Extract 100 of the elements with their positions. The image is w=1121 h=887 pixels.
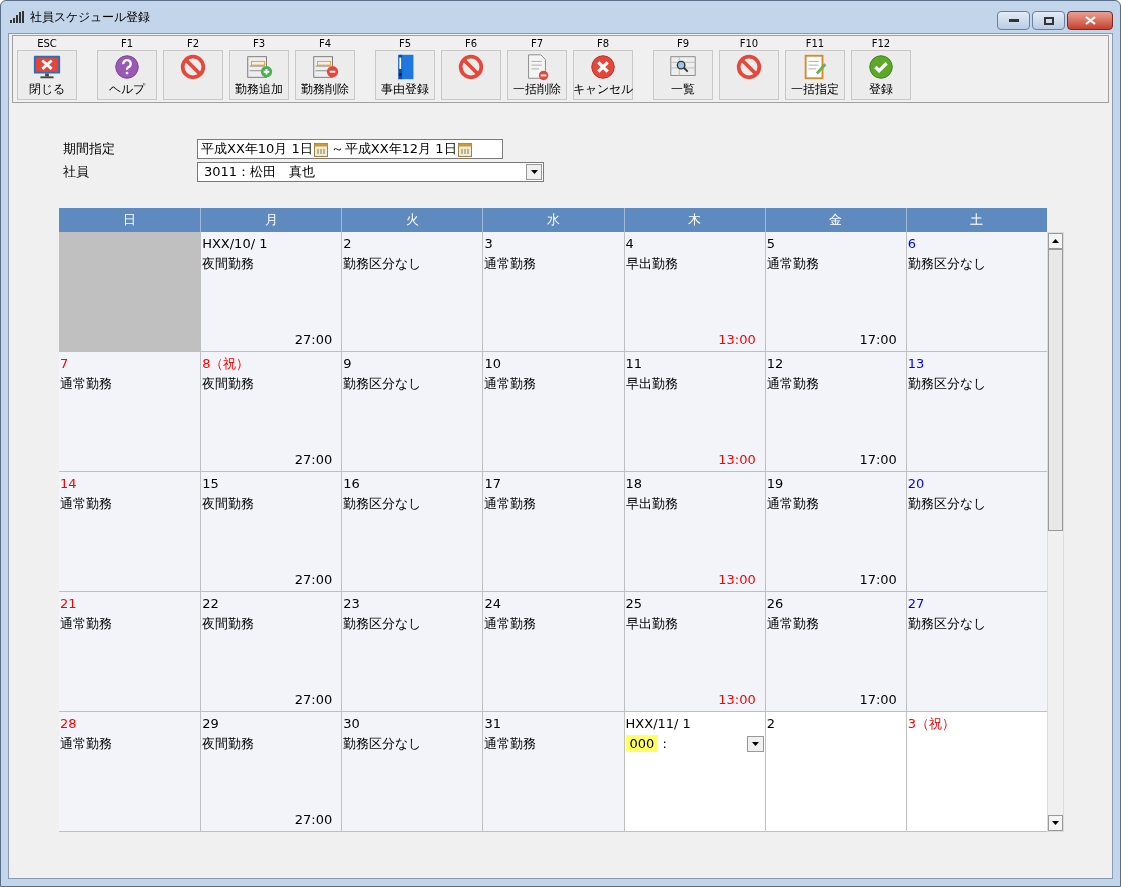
- date-text: 7: [60, 355, 70, 372]
- day-cell[interactable]: 28 通常勤務: [59, 712, 201, 831]
- date-text: 31: [484, 715, 502, 732]
- day-cell[interactable]: 25 早出勤務 13:00: [623, 592, 765, 711]
- toolbar-button[interactable]: 一括削除: [507, 50, 567, 100]
- shift-text: 通常勤務: [484, 735, 538, 752]
- shift-text: 通常勤務: [484, 255, 538, 272]
- date-text: 18: [625, 475, 644, 492]
- function-key-label: F11: [805, 37, 825, 50]
- day-cell[interactable]: 8（祝） 夜間勤務 27:00: [200, 352, 342, 471]
- date-text: 15: [202, 475, 220, 492]
- function-key-label: F5: [398, 37, 412, 50]
- period-field[interactable]: 平成XX年10月 1日 ～平成XX年12月 1日: [197, 139, 503, 159]
- time-text: 13:00: [718, 331, 757, 348]
- toolbar-button[interactable]: 一覧: [653, 50, 713, 100]
- day-cell[interactable]: 16 勤務区分なし: [341, 472, 483, 591]
- date-text: 2: [766, 715, 776, 732]
- function-key-label: ESC: [37, 37, 57, 50]
- function-key-label: F2: [186, 37, 200, 50]
- date-text: 22: [202, 595, 220, 612]
- day-cell[interactable]: 2: [764, 712, 906, 831]
- toolbar-button[interactable]: 一括指定: [785, 50, 845, 100]
- function-key-label: F10: [739, 37, 759, 50]
- day-cell[interactable]: 23 勤務区分なし: [341, 592, 483, 711]
- day-cell[interactable]: 9 勤務区分なし: [341, 352, 483, 471]
- period-label: 期間指定: [63, 140, 116, 159]
- day-cell[interactable]: 5 通常勤務 17:00: [764, 232, 906, 351]
- date-text: 19: [766, 475, 785, 492]
- date-text: 26: [766, 595, 785, 612]
- day-cell[interactable]: 12 通常勤務 17:00: [764, 352, 906, 471]
- shift-text: 早出勤務: [625, 495, 679, 512]
- date-text: 23: [343, 595, 361, 612]
- toolbar-button[interactable]: 勤務追加: [229, 50, 289, 100]
- function-key-label: F8: [596, 37, 610, 50]
- date-to-text: 平成XX年12月 1日: [344, 140, 457, 159]
- date-from-text: 平成XX年10月 1日: [201, 140, 313, 159]
- day-cell[interactable]: 15 夜間勤務 27:00: [200, 472, 342, 591]
- day-cell[interactable]: 22 夜間勤務 27:00: [200, 592, 342, 711]
- shift-text: 早出勤務: [625, 615, 679, 632]
- function-key-label: F4: [318, 37, 332, 50]
- date-text: 27: [907, 595, 926, 612]
- day-cell[interactable]: 24 通常勤務: [482, 592, 624, 711]
- shift-text: 夜間勤務: [202, 495, 256, 512]
- day-cell[interactable]: 2 勤務区分なし: [341, 232, 483, 351]
- shift-text: 勤務区分なし: [907, 375, 987, 392]
- day-cell[interactable]: 20 勤務区分なし: [905, 472, 1047, 591]
- date-text: 3: [484, 235, 494, 252]
- time-text: 17:00: [859, 331, 898, 348]
- day-cell[interactable]: 29 夜間勤務 27:00: [200, 712, 342, 831]
- day-cell[interactable]: 7 通常勤務: [59, 352, 201, 471]
- time-text: 17:00: [859, 571, 898, 588]
- day-cell[interactable]: HXX/10/ 1 夜間勤務 27:00: [200, 232, 342, 351]
- shift-text: 夜間勤務: [202, 735, 256, 752]
- date-text: 5: [766, 235, 776, 252]
- toolbar-button[interactable]: 閉じる: [17, 50, 77, 100]
- shift-text: 早出勤務: [625, 255, 679, 272]
- day-cell[interactable]: HXX/11/ 1 000 :: [623, 712, 765, 831]
- time-text: 13:00: [718, 571, 757, 588]
- day-cell[interactable]: 14 通常勤務: [59, 472, 201, 591]
- date-text: 21: [60, 595, 78, 612]
- date-text: 20: [907, 475, 926, 492]
- toolbar-button[interactable]: 事由登録: [375, 50, 435, 100]
- day-cell[interactable]: 13 勤務区分なし: [905, 352, 1047, 471]
- date-text: 10: [484, 355, 502, 372]
- day-cell[interactable]: 17 通常勤務: [482, 472, 624, 591]
- range-separator: ～: [330, 140, 344, 159]
- time-text: 17:00: [859, 691, 898, 708]
- date-text: 28: [60, 715, 78, 732]
- day-cell[interactable]: 6 勤務区分なし: [905, 232, 1047, 351]
- day-cell[interactable]: 26 通常勤務 17:00: [764, 592, 906, 711]
- function-key-label: F1: [120, 37, 134, 50]
- toolbar-button[interactable]: ヘルプ: [97, 50, 157, 100]
- shift-text: 夜間勤務: [202, 255, 256, 272]
- day-cell[interactable]: 21 通常勤務: [59, 592, 201, 711]
- date-text: 30: [343, 715, 361, 732]
- day-cell[interactable]: 31 通常勤務: [482, 712, 624, 831]
- shift-code-field[interactable]: 000: [625, 735, 659, 752]
- dropdown-value: 3011：松田 真也: [204, 163, 317, 182]
- day-cell[interactable]: 18 早出勤務 13:00: [623, 472, 765, 591]
- day-cell[interactable]: 11 早出勤務 13:00: [623, 352, 765, 471]
- day-cell[interactable]: 3 通常勤務: [482, 232, 624, 351]
- date-text: 24: [484, 595, 502, 612]
- time-text: 13:00: [718, 691, 757, 708]
- day-cell[interactable]: 19 通常勤務 17:00: [764, 472, 906, 591]
- date-text: 11: [625, 355, 644, 372]
- day-cell[interactable]: 30 勤務区分なし: [341, 712, 483, 831]
- shift-text: 勤務区分なし: [343, 495, 423, 512]
- day-cell[interactable]: 10 通常勤務: [482, 352, 624, 471]
- date-text: 14: [60, 475, 78, 492]
- toolbar-button[interactable]: 勤務削除: [295, 50, 355, 100]
- day-cell[interactable]: 27 勤務区分なし: [905, 592, 1047, 711]
- employee-dropdown[interactable]: 3011：松田 真也: [197, 162, 544, 182]
- day-cell[interactable]: 4 早出勤務 13:00: [623, 232, 765, 351]
- date-text: 12: [766, 355, 785, 372]
- toolbar-button[interactable]: キャンセル: [573, 50, 633, 100]
- date-text: 17: [484, 475, 502, 492]
- shift-text: 通常勤務: [60, 495, 113, 512]
- day-cell[interactable]: 3（祝）: [905, 712, 1047, 831]
- function-key-label: F7: [530, 37, 544, 50]
- toolbar-button[interactable]: 登録: [851, 50, 911, 100]
